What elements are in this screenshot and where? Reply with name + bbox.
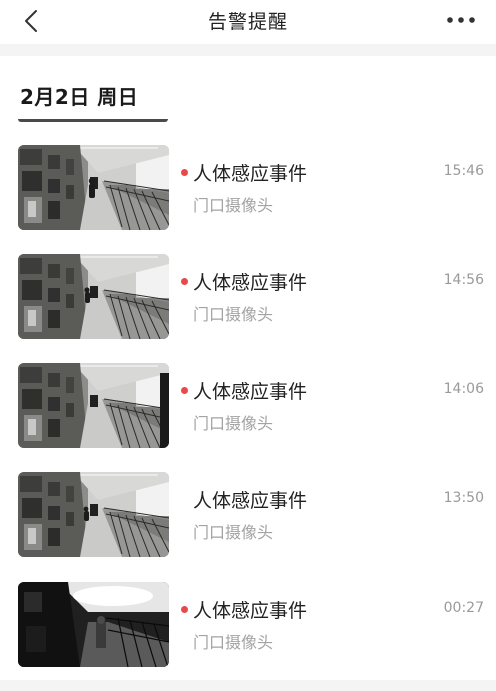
page-title: 告警提醒 xyxy=(207,11,288,33)
camera-snapshot-image xyxy=(18,582,169,667)
event-title: 人体感应事件 xyxy=(193,381,308,403)
event-time: 00:27 xyxy=(443,600,484,616)
event-item[interactable]: 人体感应事件 门口摄像头 14:56 xyxy=(0,254,496,344)
partial-thumbnail[interactable] xyxy=(18,119,168,122)
bottom-gap xyxy=(0,680,496,691)
event-camera-name: 门口摄像头 xyxy=(193,414,274,433)
event-camera-name: 门口摄像头 xyxy=(193,196,274,215)
event-time: 15:46 xyxy=(443,163,484,179)
event-thumbnail[interactable] xyxy=(18,582,169,667)
event-time: 13:50 xyxy=(443,490,484,506)
event-time: 14:56 xyxy=(443,272,484,288)
event-time: 14:06 xyxy=(443,381,484,397)
top-navigation-bar: 告警提醒 xyxy=(0,0,496,44)
alert-list: 2月2日 周日 人体感应事件 门口摄像头 15:46 人体感应事件 门口摄像头 … xyxy=(0,56,496,680)
camera-snapshot-image xyxy=(18,472,169,557)
event-thumbnail[interactable] xyxy=(18,145,169,230)
camera-snapshot-image xyxy=(18,254,169,339)
camera-snapshot-image xyxy=(18,145,169,230)
event-title: 人体感应事件 xyxy=(193,490,308,512)
event-item[interactable]: 人体感应事件 门口摄像头 00:27 xyxy=(0,582,496,672)
event-item[interactable]: 人体感应事件 门口摄像头 14:06 xyxy=(0,363,496,453)
date-header: 2月2日 周日 xyxy=(20,85,139,109)
event-camera-name: 门口摄像头 xyxy=(193,305,274,324)
event-camera-name: 门口摄像头 xyxy=(193,633,274,652)
event-title: 人体感应事件 xyxy=(193,272,308,294)
event-item[interactable]: 人体感应事件 门口摄像头 13:50 xyxy=(0,472,496,562)
event-item[interactable]: 人体感应事件 门口摄像头 15:46 xyxy=(0,145,496,235)
more-horizontal-icon xyxy=(447,17,475,23)
unread-dot xyxy=(181,169,188,176)
event-thumbnail[interactable] xyxy=(18,472,169,557)
event-camera-name: 门口摄像头 xyxy=(193,523,274,542)
event-thumbnail[interactable] xyxy=(18,254,169,339)
unread-dot xyxy=(181,278,188,285)
unread-dot xyxy=(181,387,188,394)
event-title: 人体感应事件 xyxy=(193,600,308,622)
more-button[interactable] xyxy=(444,8,478,32)
event-title: 人体感应事件 xyxy=(193,163,308,185)
unread-dot xyxy=(181,606,188,613)
camera-snapshot-image xyxy=(18,363,169,448)
event-thumbnail[interactable] xyxy=(18,363,169,448)
header-divider xyxy=(0,44,496,56)
